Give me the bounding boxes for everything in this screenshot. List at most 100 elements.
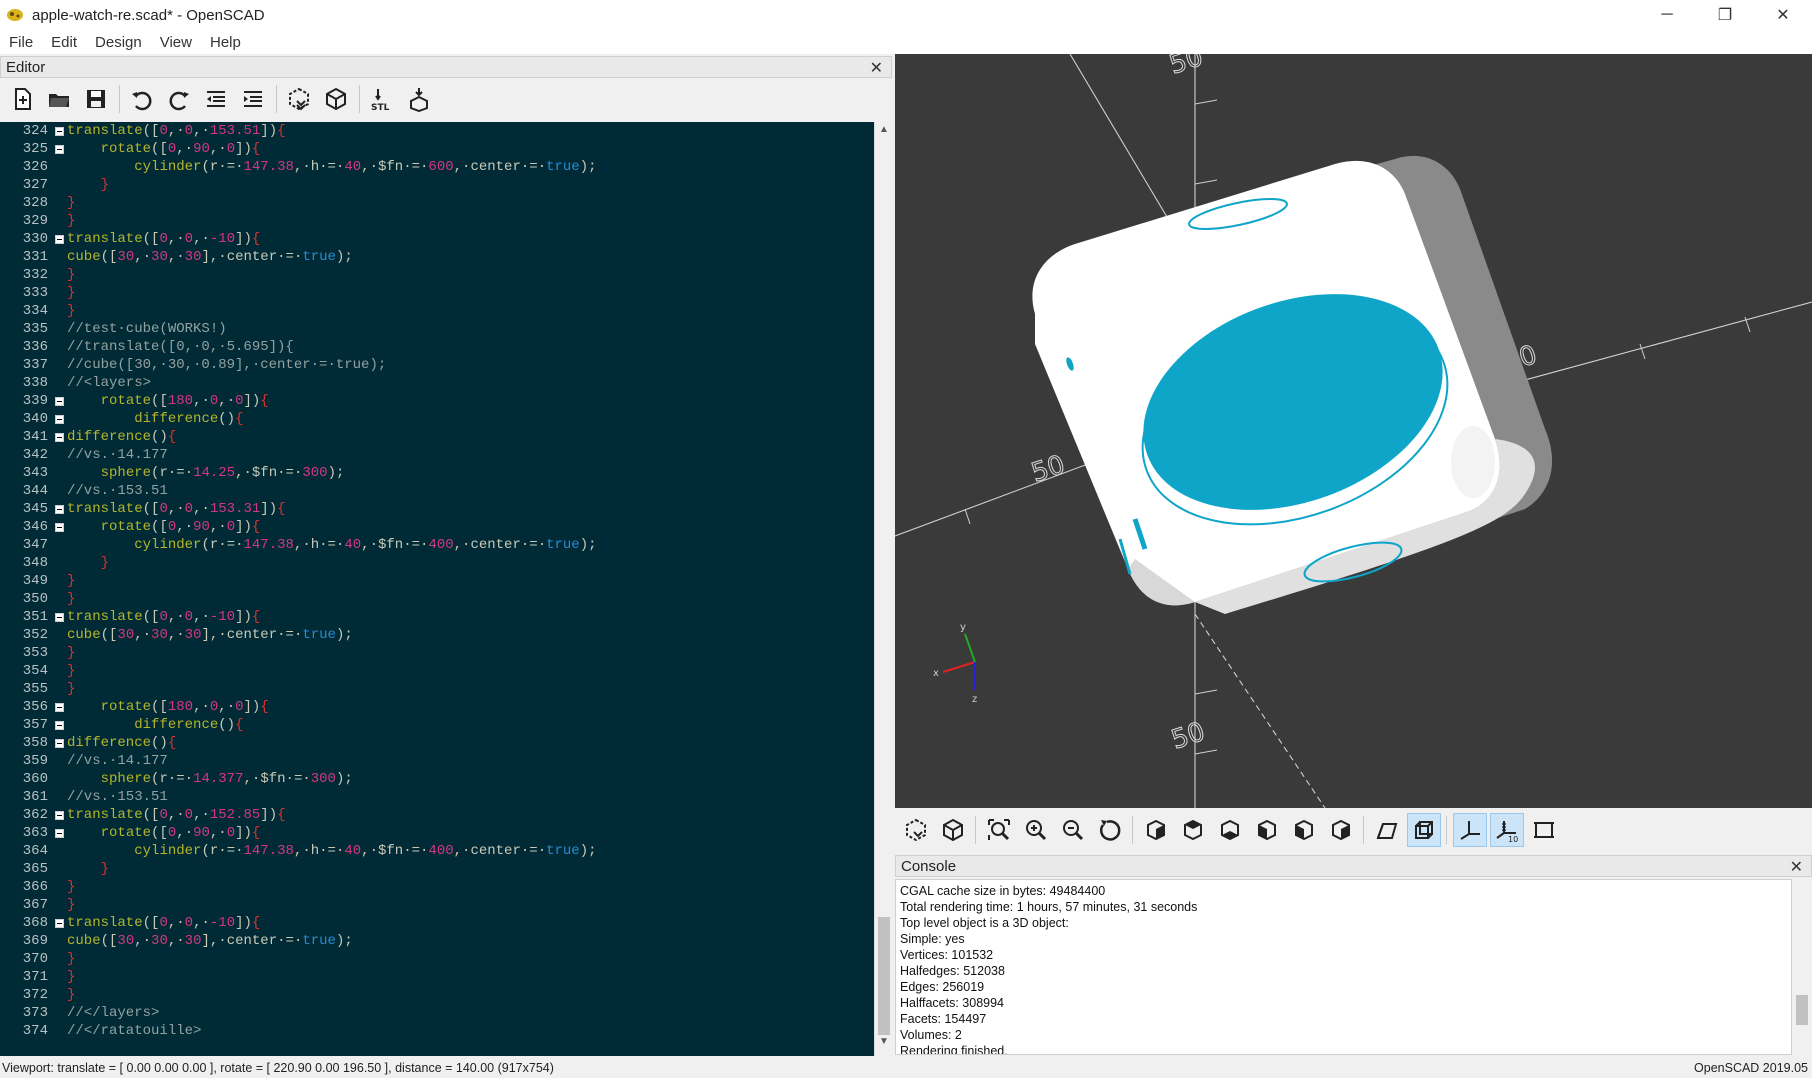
fold-toggle-icon[interactable] xyxy=(52,410,66,428)
restore-button[interactable]: ❐ xyxy=(1696,0,1754,30)
code-line[interactable]: 335 //test·cube(WORKS!) xyxy=(0,320,874,338)
new-file-icon[interactable] xyxy=(6,83,38,115)
fold-toggle-icon[interactable] xyxy=(52,122,66,140)
code-line[interactable]: 357 difference(){ xyxy=(0,716,874,734)
fold-toggle-icon[interactable] xyxy=(52,140,66,158)
close-window-button[interactable]: ✕ xyxy=(1754,0,1812,30)
code-line[interactable]: 359 //vs.·14.177 xyxy=(0,752,874,770)
console-scroll-thumb[interactable] xyxy=(1796,995,1808,1025)
view-back-icon[interactable] xyxy=(1324,813,1358,847)
perspective-icon[interactable] xyxy=(1370,813,1404,847)
code-line[interactable]: 328} xyxy=(0,194,874,212)
fold-toggle-icon[interactable] xyxy=(52,230,66,248)
code-line[interactable]: 370} xyxy=(0,950,874,968)
view-top-icon[interactable] xyxy=(1176,813,1210,847)
code-line[interactable]: 332} xyxy=(0,266,874,284)
code-line[interactable]: 363 rotate([0,·90,·0]){ xyxy=(0,824,874,842)
menu-view[interactable]: View xyxy=(151,34,201,51)
3d-viewport[interactable]: 50 50 50 50 50 x y z xyxy=(895,54,1812,808)
code-line[interactable]: 361 //vs.·153.51 xyxy=(0,788,874,806)
code-line[interactable]: 326 cylinder(r·=·147.38,·h·=·40,·$fn·=·6… xyxy=(0,158,874,176)
fold-toggle-icon[interactable] xyxy=(52,914,66,932)
export-stl-icon[interactable]: STL xyxy=(366,83,398,115)
view-right-icon[interactable] xyxy=(1139,813,1173,847)
render-icon[interactable] xyxy=(936,813,970,847)
fold-toggle-icon[interactable] xyxy=(52,392,66,410)
orthogonal-icon[interactable] xyxy=(1407,813,1441,847)
redo-icon[interactable] xyxy=(163,83,195,115)
scroll-down-icon[interactable]: ▼ xyxy=(875,1036,893,1054)
menu-edit[interactable]: Edit xyxy=(42,34,86,51)
code-line[interactable]: 336 //translate([0,·0,·5.695]){ xyxy=(0,338,874,356)
code-line[interactable]: 374 //</ratatouille> xyxy=(0,1022,874,1040)
code-line[interactable]: 339 rotate([180,·0,·0]){ xyxy=(0,392,874,410)
code-line[interactable]: 369 cube([30,·30,·30],·center·=·true); xyxy=(0,932,874,950)
fold-toggle-icon[interactable] xyxy=(52,518,66,536)
render-icon[interactable] xyxy=(320,83,352,115)
fold-toggle-icon[interactable] xyxy=(52,824,66,842)
show-edges-icon[interactable] xyxy=(1527,813,1561,847)
code-line[interactable]: 338 //<layers> xyxy=(0,374,874,392)
code-line[interactable]: 350} xyxy=(0,590,874,608)
code-line[interactable]: 341 difference(){ xyxy=(0,428,874,446)
code-line[interactable]: 330 translate([0,·0,·-10]){ xyxy=(0,230,874,248)
code-line[interactable]: 373 //</layers> xyxy=(0,1004,874,1022)
code-line[interactable]: 344 //vs.·153.51 xyxy=(0,482,874,500)
code-line[interactable]: 356 rotate([180,·0,·0]){ xyxy=(0,698,874,716)
editor-scrollbar[interactable]: ▲ ▼ xyxy=(874,122,892,1056)
code-line[interactable]: 358 difference(){ xyxy=(0,734,874,752)
code-line[interactable]: 333} xyxy=(0,284,874,302)
preview-icon[interactable] xyxy=(899,813,933,847)
code-line[interactable]: 365 } xyxy=(0,860,874,878)
view-bottom-icon[interactable] xyxy=(1213,813,1247,847)
view-front-icon[interactable] xyxy=(1287,813,1321,847)
send-to-3d-print-icon[interactable] xyxy=(403,83,435,115)
save-icon[interactable] xyxy=(80,83,112,115)
code-line[interactable]: 325 rotate([0,·90,·0]){ xyxy=(0,140,874,158)
code-line[interactable]: 364 cylinder(r·=·147.38,·h·=·40,·$fn·=·4… xyxy=(0,842,874,860)
preview-icon[interactable] xyxy=(283,83,315,115)
undo-icon[interactable] xyxy=(126,83,158,115)
menu-design[interactable]: Design xyxy=(86,34,151,51)
view-all-icon[interactable] xyxy=(982,813,1016,847)
code-line[interactable]: 324 translate([0,·0,·153.51]){ xyxy=(0,122,874,140)
code-line[interactable]: 355} xyxy=(0,680,874,698)
code-line[interactable]: 367} xyxy=(0,896,874,914)
code-line[interactable]: 345 translate([0,·0,·153.31]){ xyxy=(0,500,874,518)
console-close-button[interactable]: ✕ xyxy=(1790,857,1803,877)
show-axes-icon[interactable] xyxy=(1453,813,1487,847)
console-output[interactable]: CGAL cache size in bytes: 49484400 Total… xyxy=(895,879,1792,1055)
fold-toggle-icon[interactable] xyxy=(52,500,66,518)
view-left-icon[interactable] xyxy=(1250,813,1284,847)
code-line[interactable]: 349} xyxy=(0,572,874,590)
editor-close-button[interactable]: ✕ xyxy=(870,58,883,78)
unindent-icon[interactable] xyxy=(200,83,232,115)
editor-scroll-thumb[interactable] xyxy=(878,917,890,1035)
scroll-up-icon[interactable]: ▲ xyxy=(875,124,893,142)
code-line[interactable]: 342 //vs.·14.177 xyxy=(0,446,874,464)
fold-toggle-icon[interactable] xyxy=(52,716,66,734)
code-line[interactable]: 348 } xyxy=(0,554,874,572)
minimize-button[interactable]: ─ xyxy=(1638,0,1696,30)
menu-help[interactable]: Help xyxy=(201,34,250,51)
code-line[interactable]: 337 //cube([30,·30,·0.89],·center·=·true)… xyxy=(0,356,874,374)
code-line[interactable]: 368 translate([0,·0,·-10]){ xyxy=(0,914,874,932)
code-line[interactable]: 346 rotate([0,·90,·0]){ xyxy=(0,518,874,536)
zoom-out-icon[interactable] xyxy=(1056,813,1090,847)
code-line[interactable]: 353} xyxy=(0,644,874,662)
console-scrollbar[interactable] xyxy=(1792,879,1812,1055)
code-line[interactable]: 352 cube([30,·30,·30],·center·=·true); xyxy=(0,626,874,644)
zoom-in-icon[interactable] xyxy=(1019,813,1053,847)
code-line[interactable]: 362 translate([0,·0,·152.85]){ xyxy=(0,806,874,824)
show-scale-icon[interactable]: 10 xyxy=(1490,813,1524,847)
open-file-icon[interactable] xyxy=(43,83,75,115)
fold-toggle-icon[interactable] xyxy=(52,608,66,626)
code-editor[interactable]: 324 translate([0,·0,·153.51]){325 rotate(… xyxy=(0,122,874,1056)
code-line[interactable]: 366} xyxy=(0,878,874,896)
fold-toggle-icon[interactable] xyxy=(52,698,66,716)
code-line[interactable]: 334} xyxy=(0,302,874,320)
fold-toggle-icon[interactable] xyxy=(52,806,66,824)
code-line[interactable]: 371} xyxy=(0,968,874,986)
menu-file[interactable]: File xyxy=(0,34,42,51)
code-line[interactable]: 327 } xyxy=(0,176,874,194)
